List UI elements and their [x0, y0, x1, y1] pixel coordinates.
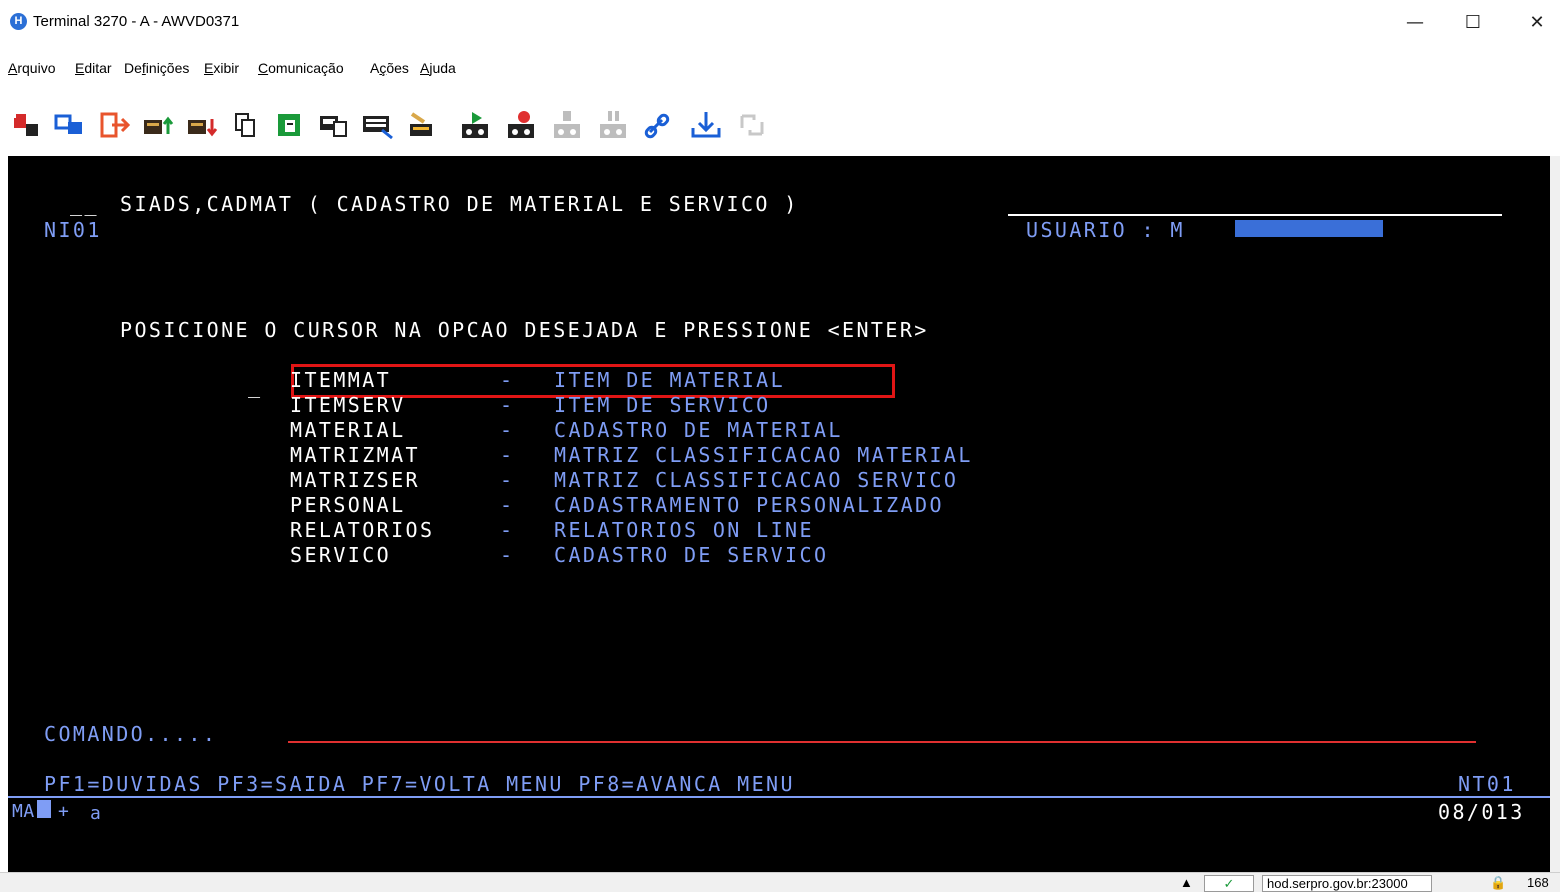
maximize-button[interactable]: ☐ — [1450, 8, 1496, 38]
option-desc: MATRIZ CLASSIFICACAO SERVICO — [554, 468, 959, 492]
option-sep: - — [500, 443, 515, 467]
menu-editar[interactable]: Editar — [75, 60, 112, 76]
new-session-icon[interactable] — [52, 106, 88, 144]
copy-icon[interactable] — [228, 106, 264, 144]
terminal-screen[interactable]: __ SIADS,CADMAT ( CADASTRO DE MATERIAL E… — [8, 156, 1550, 872]
oia-plus: + — [58, 801, 72, 822]
menu-arquivo[interactable]: Arquivo — [8, 60, 55, 76]
close-button[interactable]: ✕ — [1514, 8, 1560, 38]
header-prefix: __ — [70, 192, 99, 216]
menu-label: xibir — [213, 60, 240, 76]
option-sep: - — [500, 518, 515, 542]
status-number: 168 — [1527, 875, 1549, 890]
menu-bar: Arquivo Editar Definições Exibir Comunic… — [0, 56, 1560, 84]
stop-macro-icon[interactable] — [550, 106, 586, 144]
link-icon[interactable] — [642, 106, 678, 144]
download-icon[interactable] — [688, 106, 724, 144]
menu-accelerator: A — [8, 60, 18, 76]
option-sep: - — [500, 493, 515, 517]
screen-id: NI01 — [44, 218, 102, 242]
menu-label: rquivo — [17, 60, 56, 76]
menu-label: inições — [145, 60, 190, 76]
menu-accelerator: E — [204, 60, 214, 76]
option-code[interactable]: MATRIZMAT — [290, 443, 420, 467]
toolbar — [0, 96, 1560, 154]
host-address: hod.serpro.gov.br:23000 — [1262, 875, 1432, 892]
option-code[interactable]: RELATORIOS — [290, 518, 434, 542]
instruction-text: POSICIONE O CURSOR NA OPCAO DESEJADA E P… — [120, 318, 929, 342]
option-code[interactable]: SERVICO — [290, 543, 391, 567]
menu-definicoes[interactable]: Definições — [124, 60, 189, 76]
pause-macro-icon[interactable] — [596, 106, 632, 144]
menu-accelerator: C — [258, 60, 269, 76]
command-input[interactable] — [288, 741, 1476, 743]
minimize-button[interactable]: — — [1392, 8, 1438, 38]
connect-icon[interactable] — [8, 106, 44, 144]
menu-exibir[interactable]: Exibir — [204, 60, 239, 76]
check-icon: ✓ — [1204, 875, 1254, 892]
oia-status: MA — [12, 801, 35, 822]
oia-separator — [8, 796, 1550, 798]
macro-icon[interactable] — [404, 106, 440, 144]
receive-file-icon[interactable] — [184, 106, 220, 144]
option-desc: CADASTRO DE SERVICO — [554, 543, 829, 567]
option-desc: MATRIZ CLASSIFICACAO MATERIAL — [554, 443, 973, 467]
cursor-mark: _ — [248, 374, 263, 398]
cursor-block — [37, 800, 51, 818]
option-code[interactable]: MATRIZSER — [290, 468, 420, 492]
menu-accelerator: A — [420, 60, 430, 76]
option-sep: - — [500, 393, 515, 417]
refresh-icon[interactable] — [734, 106, 770, 144]
command-label: COMANDO..... — [44, 722, 218, 746]
lock-icon: 🔒 — [1490, 875, 1507, 890]
record-macro-icon[interactable] — [504, 106, 540, 144]
option-desc: ITEM DE SERVICO — [554, 393, 771, 417]
app-icon: H — [10, 13, 27, 30]
option-sep: - — [500, 368, 515, 392]
keyboard-map-icon[interactable] — [360, 106, 396, 144]
option-sep: - — [500, 418, 515, 442]
option-code[interactable]: ITEMMAT — [290, 368, 391, 392]
status-bar: ▲ ✓ hod.serpro.gov.br:23000 🔒 168 — [0, 872, 1560, 892]
paste-icon[interactable] — [272, 106, 308, 144]
right-border — [1550, 156, 1560, 872]
menu-label: juda — [429, 60, 456, 76]
option-desc: RELATORIOS ON LINE — [554, 518, 814, 542]
menu-acoes[interactable]: Ações — [370, 60, 409, 76]
up-arrow-icon[interactable]: ▲ — [1180, 875, 1193, 890]
screen-title: SIADS,CADMAT ( CADASTRO DE MATERIAL E SE… — [120, 192, 799, 216]
window-title: Terminal 3270 - A - AWVD0371 — [33, 13, 240, 30]
menu-ajuda[interactable]: Ajuda — [420, 60, 456, 76]
option-code[interactable]: MATERIAL — [290, 418, 406, 442]
option-desc: CADASTRAMENTO PERSONALIZADO — [554, 493, 944, 517]
title-bar: H Terminal 3270 - A - AWVD0371 — ☐ ✕ — [0, 0, 1560, 46]
header-rule — [1008, 214, 1502, 216]
menu-label: ões — [386, 60, 409, 76]
disconnect-icon[interactable] — [96, 106, 132, 144]
menu-accelerator: E — [75, 60, 85, 76]
user-label: USUARIO : M — [1026, 218, 1185, 242]
menu-label: ditar — [84, 60, 112, 76]
option-sep: - — [500, 543, 515, 567]
option-sep: - — [500, 468, 515, 492]
option-code[interactable]: ITEMSERV — [290, 393, 406, 417]
play-macro-icon[interactable] — [458, 106, 494, 144]
menu-label-pre: A — [370, 60, 380, 76]
pf-keys: PF1=DUVIDAS PF3=SAIDA PF7=VOLTA MENU PF8… — [44, 772, 795, 796]
menu-label-pre: De — [124, 60, 142, 76]
menu-label: omunicação — [268, 60, 344, 76]
oia-a: a — [90, 803, 104, 824]
screen-id-bottom: NT01 — [1458, 772, 1516, 796]
option-code[interactable]: PERSONAL — [290, 493, 406, 517]
option-desc: CADASTRO DE MATERIAL — [554, 418, 843, 442]
option-desc: ITEM DE MATERIAL — [554, 368, 786, 392]
print-screen-icon[interactable] — [316, 106, 352, 144]
send-file-icon[interactable] — [140, 106, 176, 144]
menu-comunicacao[interactable]: Comunicação — [258, 60, 344, 76]
cursor-position: 08/013 — [1438, 800, 1525, 824]
user-redaction — [1235, 220, 1383, 237]
